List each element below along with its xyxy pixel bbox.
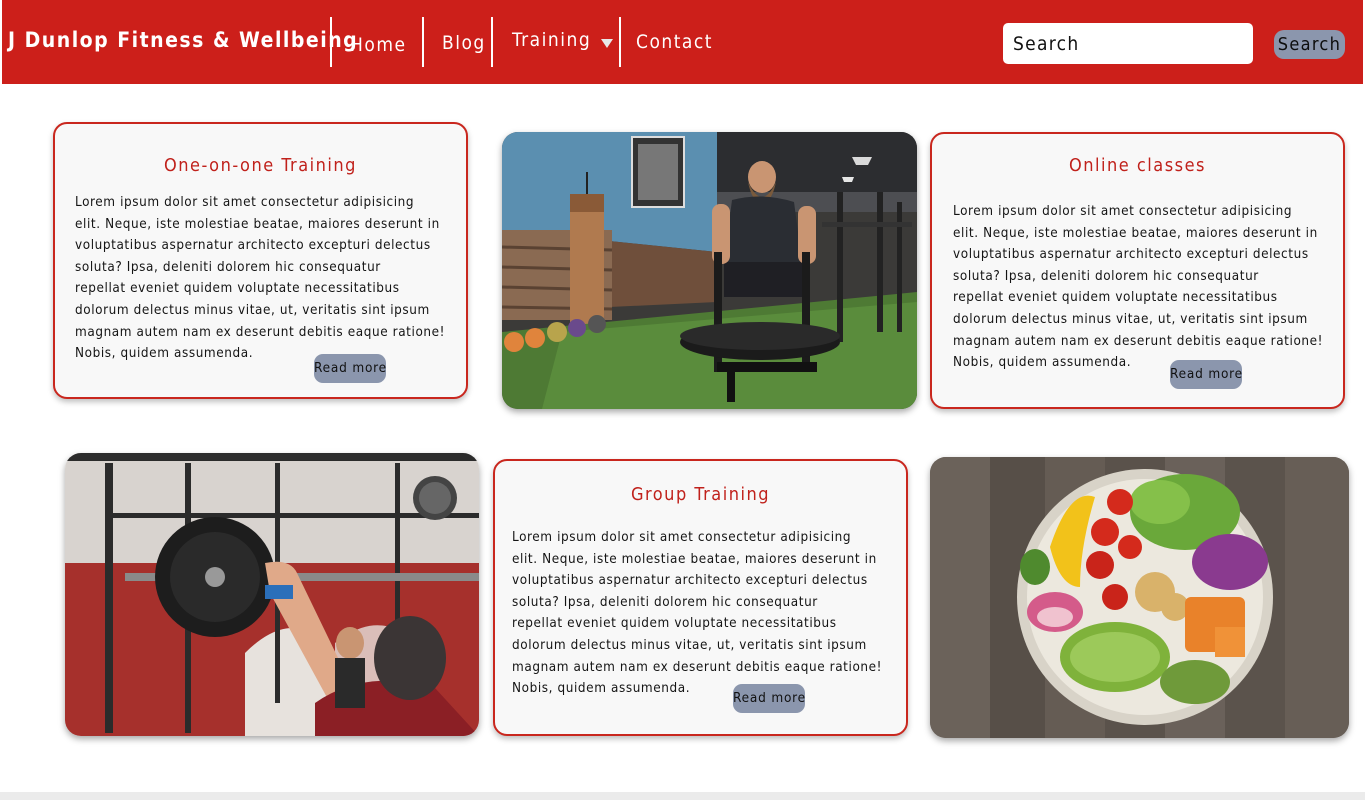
card-body-text: Lorem ipsum dolor sit amet consectetur a… <box>953 204 1324 371</box>
gym-sled-photo <box>502 132 917 409</box>
nav-training-label: Training <box>512 29 592 51</box>
card-group-training: Group Training Lorem ipsum dolor sit ame… <box>493 459 908 736</box>
nav-divider <box>330 17 332 67</box>
search-input[interactable] <box>1003 23 1253 64</box>
barbell-lift-photo <box>65 453 479 736</box>
card-one-on-one-training: One-on-one Training Lorem ipsum dolor si… <box>53 122 468 399</box>
page: J Dunlop Fitness & Wellbeing Home Blog T… <box>0 0 1365 792</box>
card-title: Group Training <box>630 484 771 505</box>
salad-bowl-photo <box>930 457 1349 738</box>
read-more-button[interactable]: Read more <box>733 684 805 713</box>
nav-contact-link[interactable]: Contact <box>636 31 713 53</box>
card-online-classes: Online classes Lorem ipsum dolor sit ame… <box>930 132 1345 409</box>
card-title: One-on-one Training <box>164 155 357 176</box>
nav-divider <box>619 17 621 67</box>
nav-divider <box>491 17 493 67</box>
card-title: Online classes <box>1069 155 1206 176</box>
brand-logo-text[interactable]: J Dunlop Fitness & Wellbeing <box>8 28 358 52</box>
nav-training-dropdown[interactable]: Training <box>512 29 614 51</box>
card-body-text: Lorem ipsum dolor sit amet consectetur a… <box>75 195 446 362</box>
nav-divider <box>422 17 424 67</box>
read-more-button[interactable]: Read more <box>314 354 386 383</box>
nav-home-link[interactable]: Home <box>350 34 407 56</box>
nav-blog-link[interactable]: Blog <box>442 32 486 54</box>
chevron-down-icon <box>601 39 614 48</box>
card-body-text: Lorem ipsum dolor sit amet consectetur a… <box>512 530 883 697</box>
top-navbar: J Dunlop Fitness & Wellbeing Home Blog T… <box>2 0 1363 84</box>
search-button[interactable]: Search <box>1274 30 1345 59</box>
read-more-button[interactable]: Read more <box>1170 360 1242 389</box>
